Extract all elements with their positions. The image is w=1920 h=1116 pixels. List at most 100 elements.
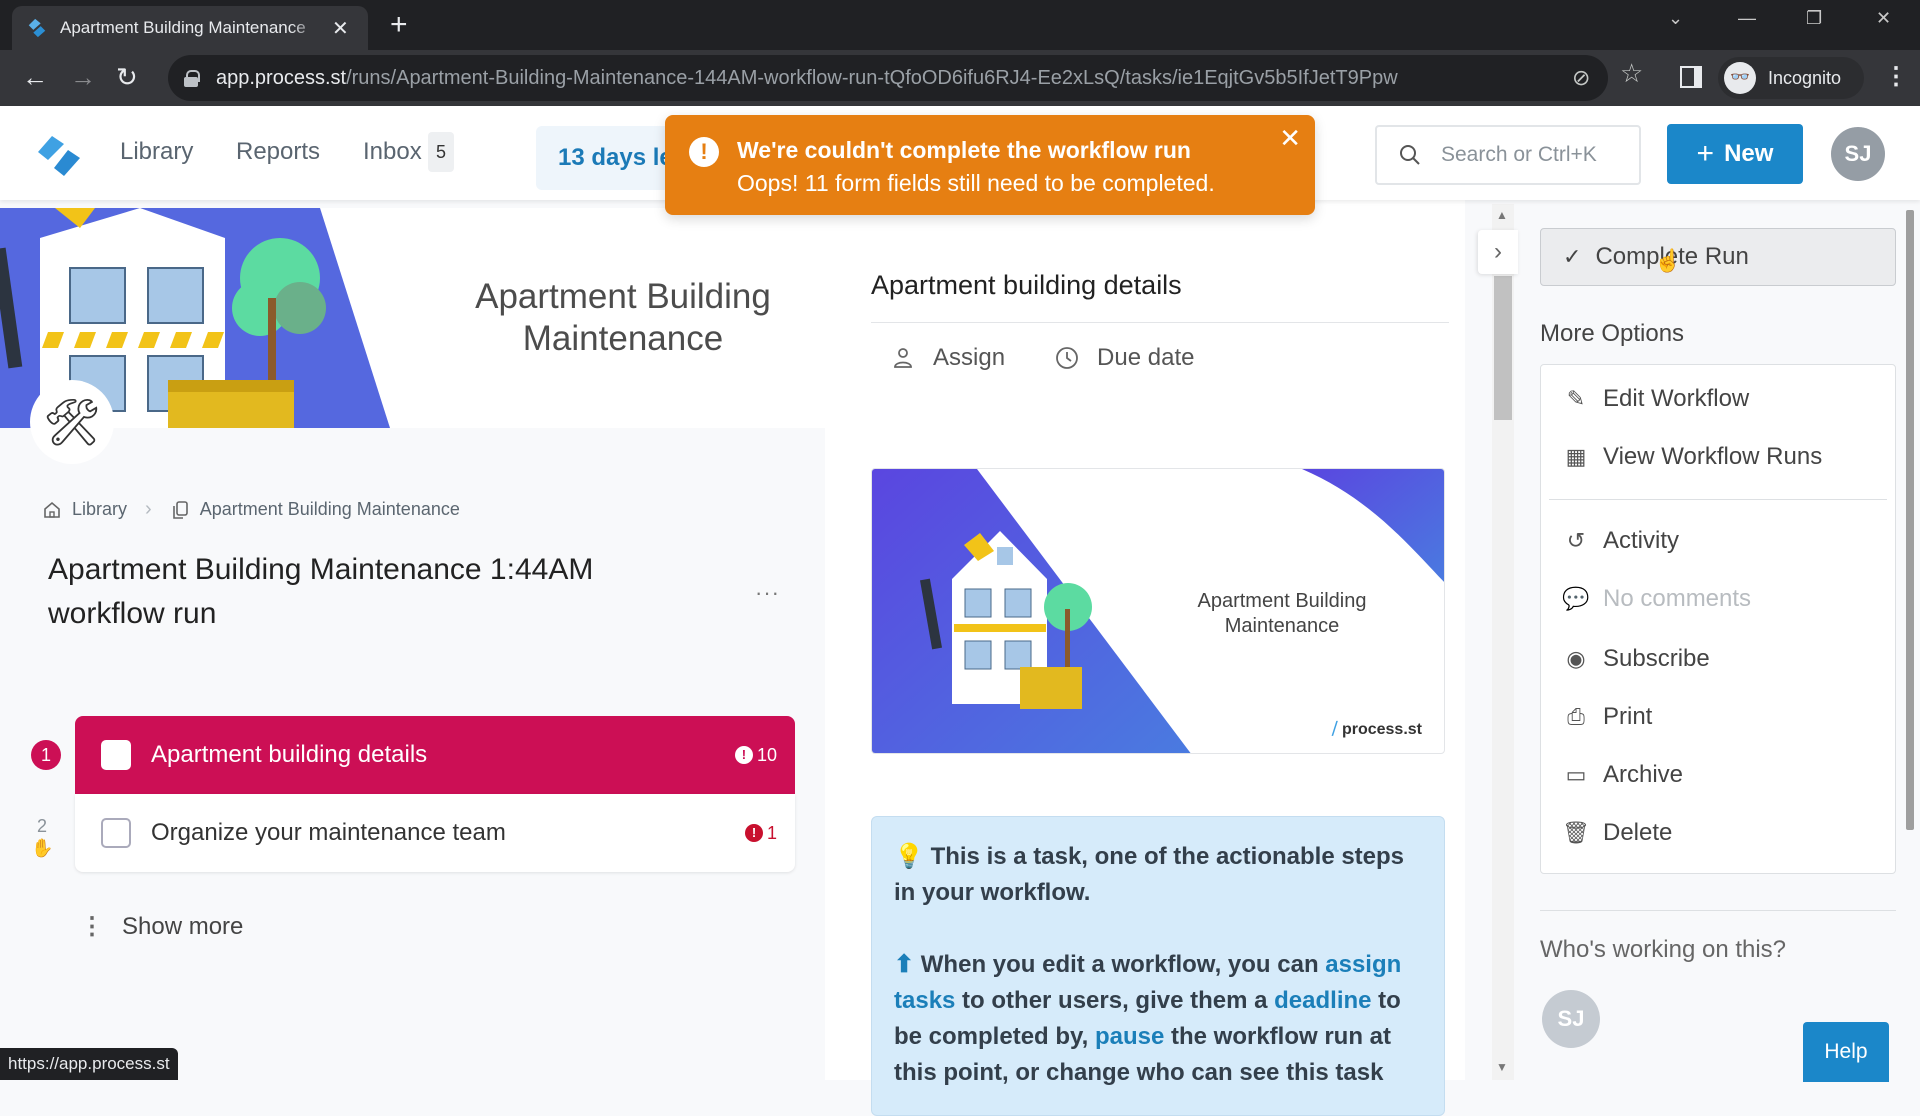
scroll-up-arrow[interactable]: ▲: [1496, 208, 1508, 222]
deadline-link[interactable]: deadline: [1274, 987, 1371, 1014]
worker-avatar[interactable]: SJ: [1542, 990, 1600, 1048]
cover-title-line1: Apartment Building: [1197, 590, 1367, 612]
url-host: app.process.st: [216, 66, 347, 89]
task-list: 1 Apartment building details ! 10 2 ✋ Or…: [31, 716, 795, 872]
task-error-badge: ! 1: [744, 822, 777, 844]
new-tab-button[interactable]: +: [390, 10, 408, 40]
activity-option[interactable]: ↺ Activity: [1561, 527, 1679, 555]
archive-option[interactable]: ▭ Archive: [1561, 761, 1683, 789]
task-item[interactable]: 1 Apartment building details ! 10: [31, 716, 795, 794]
forward-icon[interactable]: →: [70, 62, 96, 92]
toast-close-icon[interactable]: ✕: [1279, 125, 1301, 151]
reload-icon[interactable]: ↻: [116, 62, 138, 92]
process-st-logo[interactable]: [34, 134, 84, 178]
cover-brand: ⧸ process.st: [1332, 721, 1422, 739]
breadcrumb-workflow[interactable]: Apartment Building Maintenance: [200, 499, 460, 520]
search-input[interactable]: Search or Ctrl+K: [1375, 125, 1641, 185]
task-error-badge: ! 10: [734, 745, 777, 766]
pause-link[interactable]: pause: [1095, 1023, 1164, 1050]
drag-hand-icon[interactable]: ✋: [31, 838, 53, 859]
error-count: 1: [766, 822, 777, 843]
subscribe-option[interactable]: ◉ Subscribe: [1561, 645, 1709, 673]
comment-icon: 💬: [1562, 586, 1590, 611]
nav-inbox[interactable]: Inbox: [363, 138, 422, 166]
window-close-icon[interactable]: ✕: [1876, 8, 1891, 29]
more-options-menu: ✎ Edit Workflow ▦ View Workflow Runs ↺ Acti…: [1540, 364, 1896, 874]
new-button[interactable]: + New: [1667, 124, 1803, 184]
lock-icon[interactable]: [184, 70, 200, 87]
tools-icon: 🛠: [30, 380, 114, 464]
option-label: Print: [1603, 703, 1653, 730]
trash-icon: 🗑: [1562, 820, 1590, 845]
incognito-icon: 👓: [1724, 62, 1756, 94]
breadcrumb-library[interactable]: Library: [72, 499, 127, 520]
task-checkbox[interactable]: [101, 818, 131, 848]
error-icon: !: [744, 824, 763, 842]
view-workflow-runs-option[interactable]: ▦ View Workflow Runs: [1561, 443, 1823, 471]
collapse-panel-button[interactable]: ›: [1478, 230, 1518, 274]
due-date-button[interactable]: Due date: [1055, 344, 1194, 372]
eye-off-icon[interactable]: ⊘: [1572, 65, 1590, 91]
scrollbar-thumb[interactable]: [1494, 276, 1512, 420]
run-more-menu[interactable]: ···: [755, 580, 780, 606]
due-date-label: Due date: [1097, 344, 1195, 371]
task-item[interactable]: 2 ✋ Organize your maintenance team ! 1: [31, 794, 795, 872]
info-text: to other users, give them a: [955, 987, 1275, 1014]
delete-option[interactable]: 🗑 Delete: [1561, 819, 1672, 847]
run-title[interactable]: Apartment Building Maintenance 1:44AM wo…: [48, 548, 668, 636]
address-bar[interactable]: app.process.st/runs/Apartment-Building-M…: [168, 55, 1608, 101]
breadcrumb-separator: ›: [145, 498, 152, 520]
lightbulb-icon: 💡: [894, 843, 924, 870]
panel-scrollbar[interactable]: [1906, 210, 1914, 830]
restore-icon[interactable]: ❐: [1806, 8, 1822, 29]
scroll-down-arrow[interactable]: ▼: [1496, 1060, 1508, 1074]
browser-toolbar: ← → ↻ app.process.st/runs/Apartment-Buil…: [0, 50, 1920, 106]
assign-button[interactable]: Assign: [891, 344, 1005, 372]
cover-title-line2: Maintenance: [1224, 615, 1340, 637]
show-more-button[interactable]: ⋮ Show more: [80, 912, 243, 941]
info-paragraph-2: ⬆ When you edit a workflow, you can assi…: [894, 947, 1422, 1091]
pencil-icon: ✎: [1566, 386, 1586, 411]
nav-reports[interactable]: Reports: [236, 138, 320, 166]
complete-run-button[interactable]: ✓ Complete Run: [1540, 228, 1896, 286]
workflow-icon: [172, 500, 188, 519]
help-button[interactable]: Help: [1803, 1022, 1889, 1082]
user-avatar[interactable]: SJ: [1831, 127, 1885, 181]
arrow-up-icon: ⬆: [894, 951, 915, 978]
more-options-heading: More Options: [1540, 320, 1685, 347]
bookmark-star-icon[interactable]: ☆: [1620, 58, 1643, 89]
tab-search-icon[interactable]: ⌄: [1668, 8, 1683, 29]
run-sidebar: Apartment Building Maintenance 🛠 Library…: [0, 200, 825, 1080]
browser-tab-strip: Apartment Building Maintenance ✕ + ⌄ — ❐…: [0, 0, 1920, 50]
tab-close-icon[interactable]: ✕: [332, 16, 349, 41]
print-option[interactable]: ⎙ Print: [1561, 703, 1652, 731]
task-label: Organize your maintenance team: [151, 819, 506, 846]
nav-library[interactable]: Library: [120, 138, 193, 166]
info-text-1: This is a task, one of the actionable st…: [894, 843, 1405, 906]
task-checkbox[interactable]: [101, 740, 131, 770]
browser-tab[interactable]: Apartment Building Maintenance ✕: [12, 6, 368, 50]
hero-title: Apartment Building Maintenance: [440, 276, 806, 360]
side-panel-icon[interactable]: [1680, 66, 1702, 88]
divider: [871, 322, 1449, 323]
option-label: Delete: [1603, 819, 1673, 846]
process-st-favicon: [28, 18, 46, 38]
profile-incognito[interactable]: 👓 Incognito: [1718, 57, 1864, 99]
browser-menu-icon[interactable]: ⋮: [1884, 62, 1908, 92]
run-actions-panel: ✓ Complete Run More Options ✎ Edit Workfl…: [1514, 200, 1920, 1080]
home-icon: [44, 501, 60, 518]
back-icon[interactable]: ←: [22, 62, 48, 92]
check-icon: ✓: [1563, 244, 1582, 269]
comments-option: 💬 No comments: [1561, 585, 1751, 613]
task-number: 1: [31, 740, 61, 770]
info-callout: 💡 This is a task, one of the actionable …: [871, 816, 1445, 1116]
assign-label: Assign: [933, 344, 1006, 371]
edit-workflow-option[interactable]: ✎ Edit Workflow: [1561, 385, 1749, 413]
hero-title-line2: Maintenance: [522, 319, 724, 358]
minimize-icon[interactable]: —: [1738, 8, 1756, 29]
option-label: Archive: [1603, 761, 1684, 788]
history-icon: ↺: [1566, 528, 1586, 553]
vertical-dots-icon: ⋮: [80, 913, 104, 940]
incognito-label: Incognito: [1768, 67, 1842, 88]
task-cover-image: Apartment Building Maintenance ⧸ process…: [871, 468, 1445, 754]
